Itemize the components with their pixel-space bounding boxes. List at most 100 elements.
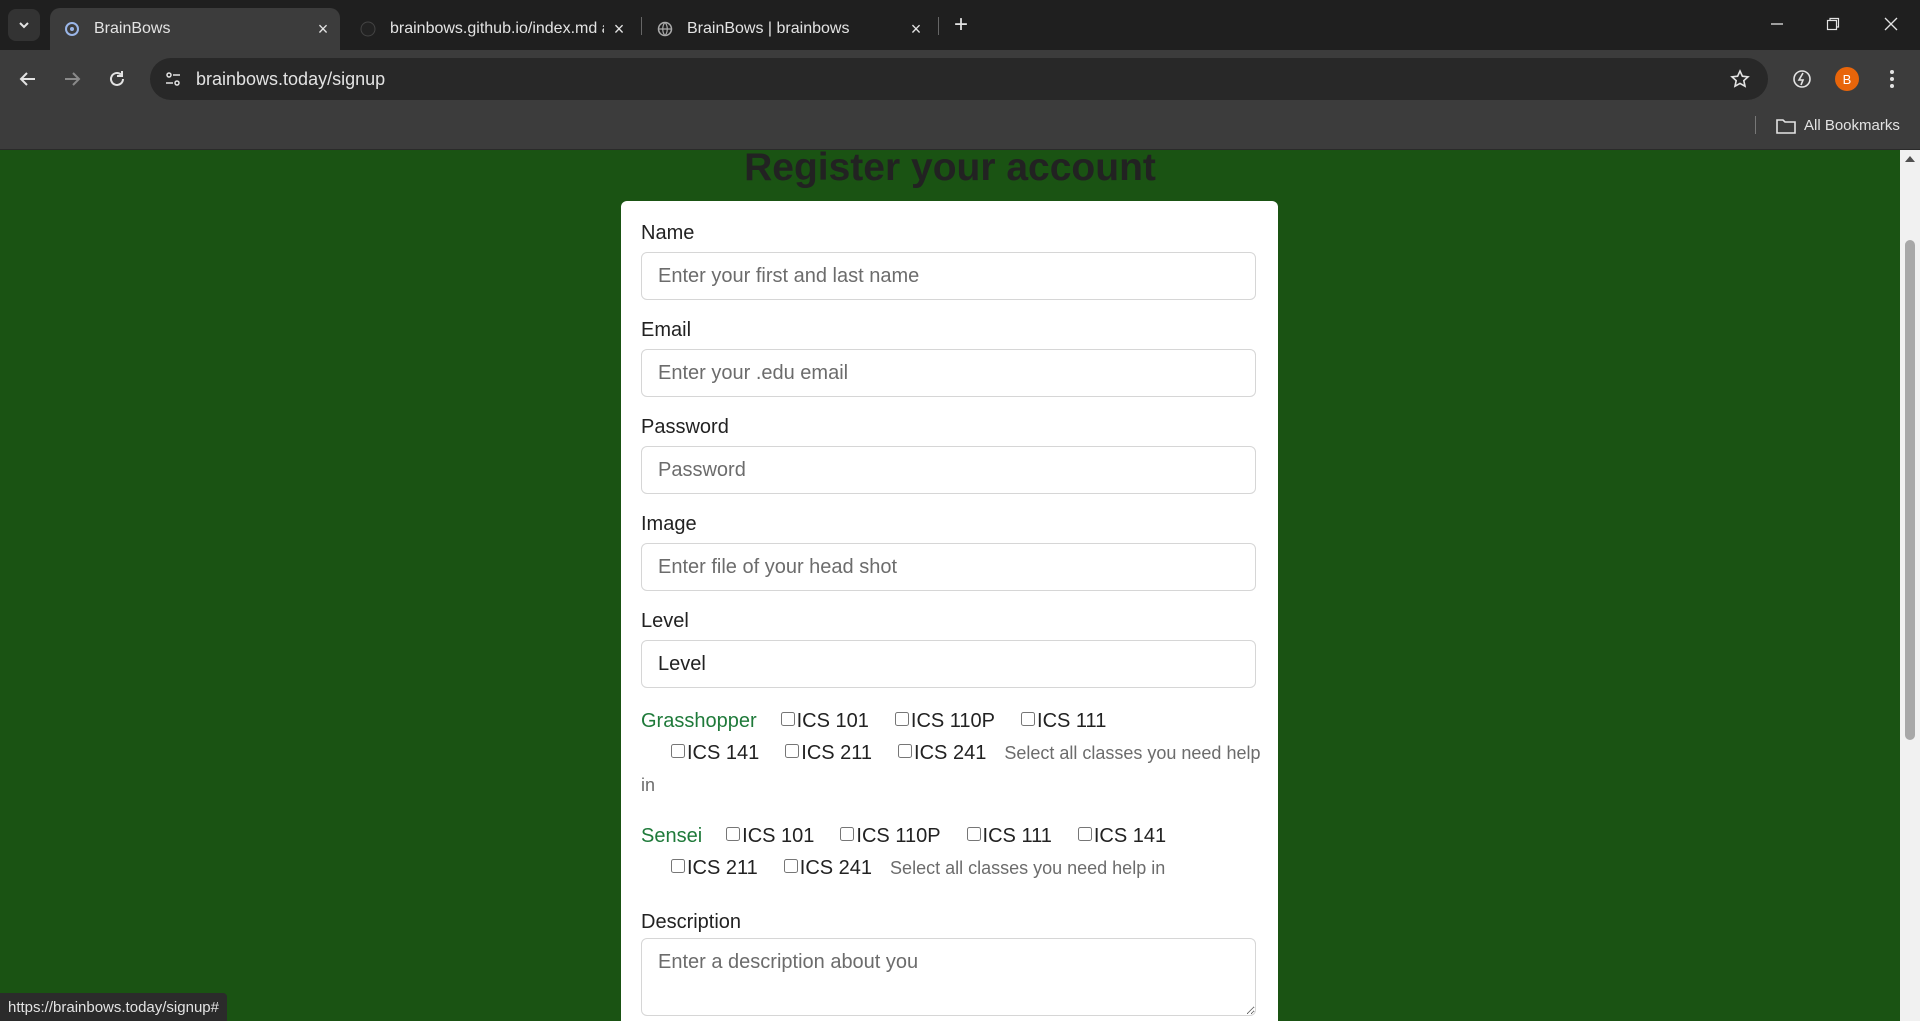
tab-separator [938,17,939,35]
sensei-ics111[interactable]: ICS 111 [966,820,1052,852]
checkbox[interactable] [726,826,741,841]
level-select[interactable]: Level [641,640,1256,688]
level-label: Level [641,610,689,632]
signup-form: Name Email Password Image Level Level Gr… [621,201,1278,1021]
sensei-ics101[interactable]: ICS 101 [726,820,814,852]
class-label: ICS 110P [856,825,941,847]
sensei-classes: Sensei ICS 101 ICS 110P ICS 111 ICS 141 ICS … [641,820,1261,884]
menu-button[interactable] [1876,63,1908,95]
grasshopper-label: Grasshopper [641,710,757,732]
description-label: Description [641,911,742,933]
sensei-ics211[interactable]: ICS 211 [671,852,758,884]
close-icon [1884,17,1898,31]
forward-button[interactable] [56,63,88,95]
kebab-menu-icon [1890,70,1894,88]
class-label: ICS 211 [687,857,758,879]
browser-toolbar: brainbows.today/signup B [0,50,1920,108]
name-input[interactable] [641,252,1256,300]
checkbox[interactable] [783,858,798,873]
description-textarea[interactable] [641,938,1256,1016]
restore-button[interactable] [1818,10,1848,40]
minimize-button[interactable] [1762,10,1792,40]
class-label: ICS 211 [801,742,873,764]
name-label: Name [641,222,695,244]
address-bar[interactable]: brainbows.today/signup [150,58,1768,100]
class-label: ICS 110P [910,710,996,732]
grasshopper-ics110p[interactable]: ICS 110P [894,705,996,737]
scroll-up-arrow-icon[interactable] [1905,156,1915,162]
bookmarks-separator [1755,116,1756,134]
back-button[interactable] [12,63,44,95]
page-title: Register your account [744,150,1156,189]
sensei-ics110p[interactable]: ICS 110P [840,820,941,852]
site-info-icon[interactable] [160,66,186,92]
image-label: Image [641,513,697,535]
checkbox[interactable] [898,743,913,758]
sensei-ics241[interactable]: ICS 241 [783,852,873,884]
grasshopper-classes: Grasshopper ICS 101 ICS 110P ICS 111 ICS 14… [641,705,1261,801]
checkbox[interactable] [894,711,909,726]
grasshopper-ics111[interactable]: ICS 111 [1021,705,1106,737]
checkbox[interactable] [966,826,981,841]
grasshopper-ics101[interactable]: ICS 101 [780,705,869,737]
checkbox[interactable] [671,743,685,758]
grasshopper-ics211[interactable]: ICS 211 [785,737,872,769]
github-icon [360,21,376,37]
extension-button[interactable] [1786,63,1818,95]
chevron-down-icon [19,22,29,29]
tab-search-button[interactable] [8,9,40,41]
extension-icon [1793,70,1811,88]
close-tab-icon[interactable]: × [314,20,332,38]
image-input[interactable] [641,543,1256,591]
class-label: ICS 141 [687,742,760,764]
email-label: Email [641,319,692,341]
reload-icon [110,71,124,86]
sensei-help-text: Select all classes you need help in [890,858,1166,878]
minimize-icon [1771,23,1783,25]
restore-icon [1826,17,1840,31]
close-tab-icon[interactable]: × [907,20,925,38]
scrollbar-thumb[interactable] [1905,240,1915,740]
reload-button[interactable] [101,63,133,95]
class-label: ICS 241 [799,857,873,879]
password-input[interactable] [641,446,1256,494]
profile-avatar[interactable]: B [1831,63,1863,95]
tab-title: BrainBows | brainbows [687,20,850,37]
checkbox[interactable] [1077,826,1092,841]
bookmark-star-icon[interactable] [1728,67,1752,91]
tab-title: brainbows.github.io/index.md a [390,20,604,37]
password-label: Password [641,416,729,438]
page-content: Register your account Name Email Passwor… [0,150,1900,1021]
brainbows-icon [64,21,80,37]
checkbox[interactable] [671,858,685,873]
class-label: ICS 141 [1093,825,1167,847]
email-input[interactable] [641,349,1256,397]
tab-brainbows[interactable]: BrainBows × [50,8,340,50]
all-bookmarks-label: All Bookmarks [1804,117,1900,134]
avatar: B [1835,67,1859,91]
checkbox[interactable] [840,826,855,841]
checkbox[interactable] [1021,711,1036,726]
tab-title: BrainBows [94,20,171,37]
grasshopper-ics241[interactable]: ICS 241 [898,737,986,769]
close-window-button[interactable] [1876,10,1906,40]
tab-separator [641,17,642,35]
link-status-bubble: https://brainbows.today/signup# [0,993,227,1021]
tab-github[interactable]: brainbows.github.io/index.md a × [346,8,636,50]
all-bookmarks-button[interactable]: All Bookmarks [1776,117,1900,134]
url-text[interactable]: brainbows.today/signup [196,69,385,90]
class-label: ICS 241 [914,742,987,764]
arrow-right-icon [65,72,81,86]
class-label: ICS 101 [796,710,869,732]
grasshopper-ics141[interactable]: ICS 141 [671,737,759,769]
sensei-label: Sensei [641,825,703,847]
arrow-left-icon [19,72,35,86]
new-tab-button[interactable]: + [950,12,972,38]
sensei-ics141[interactable]: ICS 141 [1077,820,1167,852]
checkbox[interactable] [780,711,795,726]
tab-strip: BrainBows × brainbows.github.io/index.md… [0,0,1920,50]
checkbox[interactable] [785,743,800,758]
tab-brainbows-github[interactable]: BrainBows | brainbows × [643,8,933,50]
close-tab-icon[interactable]: × [610,20,628,38]
page-scrollbar[interactable] [1900,150,1920,1021]
